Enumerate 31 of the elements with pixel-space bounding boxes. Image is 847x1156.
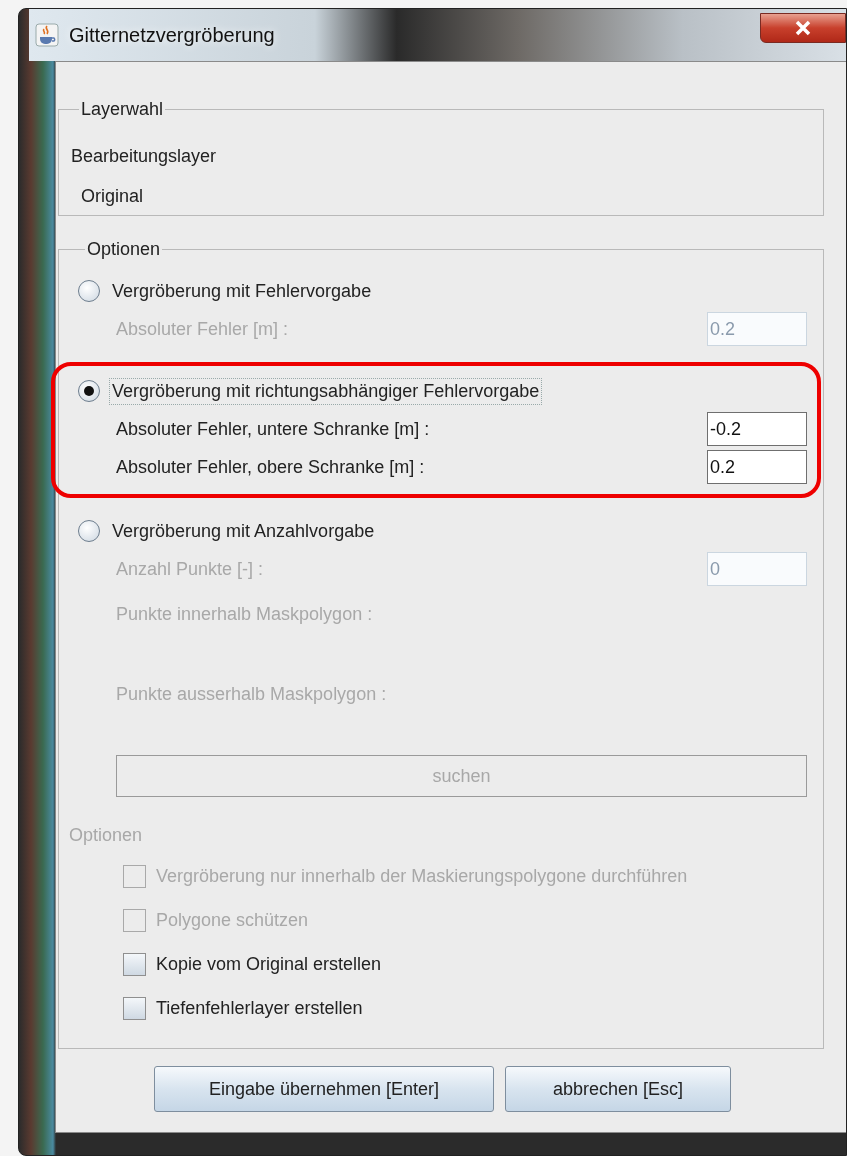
layer-label: Bearbeitungslayer — [71, 145, 218, 168]
field-label: Anzahl Punkte [-] : — [116, 558, 264, 580]
close-button[interactable] — [760, 13, 846, 43]
info-label: Punkte innerhalb Maskpolygon : — [116, 603, 373, 625]
layer-value: Original — [81, 185, 145, 208]
window-title: Gitternetzvergröberung — [69, 23, 275, 47]
radio-button[interactable] — [78, 380, 100, 402]
field-label: Absoluter Fehler [m] : — [116, 318, 289, 340]
checkbox[interactable] — [123, 952, 146, 976]
field-label: Absoluter Fehler, obere Schranke [m] : — [116, 456, 425, 478]
checkbox-label: Polygone schützen — [156, 909, 309, 931]
apply-button[interactable]: Eingabe übernehmen [Enter] — [154, 1066, 494, 1112]
input-field[interactable]: 0.2 — [707, 450, 807, 484]
radio-label[interactable]: Vergröberung mit Anzahlvorgabe — [109, 517, 378, 545]
group-title: Layerwahl — [80, 99, 165, 120]
radio-button[interactable] — [78, 520, 100, 542]
checkbox-label: Kopie vom Original erstellen — [156, 953, 382, 975]
radio-label[interactable]: Vergröberung mit richtungsabhängiger Fehlervorgabe — [109, 377, 543, 405]
field-label: Absoluter Fehler, untere Schranke [m] : — [116, 418, 430, 440]
group-title: Optionen — [86, 239, 162, 260]
cancel-button[interactable]: abbrechen [Esc] — [505, 1066, 731, 1112]
radio-button[interactable] — [78, 280, 100, 302]
input-field[interactable]: -0.2 — [707, 412, 807, 446]
checkbox-label: Tiefenfehlerlayer erstellen — [156, 997, 363, 1019]
checkbox-label: Vergröberung nur innerhalb der Maskierungspolygone durchführen — [156, 865, 688, 887]
close-icon — [794, 20, 812, 36]
info-label: Punkte ausserhalb Maskpolygon : — [116, 683, 387, 705]
section-title: Optionen — [69, 824, 143, 847]
coffee-cup-icon — [35, 23, 59, 47]
checkbox[interactable] — [123, 996, 146, 1020]
radio-label[interactable]: Vergröberung mit Fehlervorgabe — [109, 277, 375, 305]
